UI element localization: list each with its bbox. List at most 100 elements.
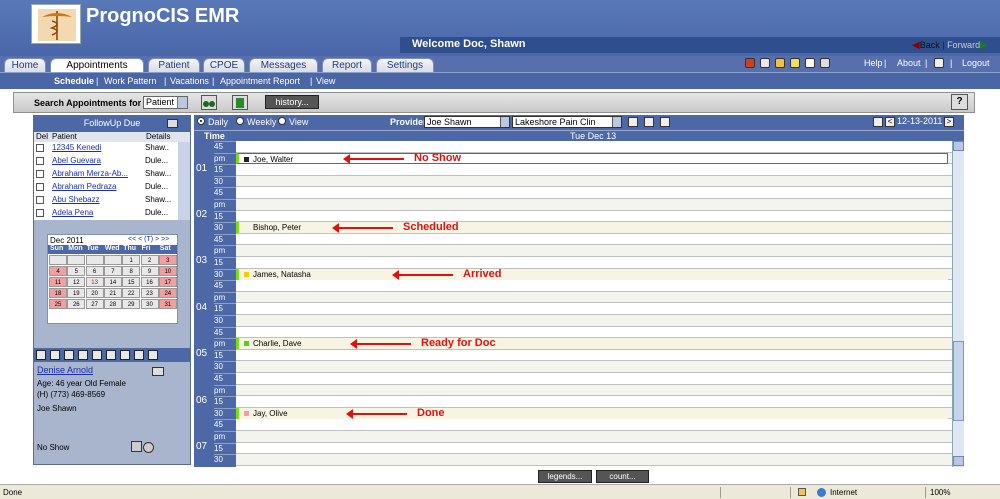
calendar-day[interactable]: 19 [67,288,86,298]
add-icon[interactable] [628,117,638,127]
scroll-thumb[interactable] [953,341,964,421]
delete-checkbox[interactable] [36,144,44,152]
time-slot[interactable] [236,234,952,246]
followup-patient-link[interactable]: Adela Pena [52,208,142,217]
next-day-icon[interactable]: > [944,117,954,127]
calendar-day[interactable]: 16 [140,277,159,287]
daily-radio[interactable] [197,117,205,125]
time-slot[interactable] [236,361,952,373]
chart-icon[interactable] [120,350,130,360]
schedule-scrollbar[interactable] [952,141,964,467]
time-slot[interactable] [236,175,952,188]
calendar-nav[interactable]: << < (T) > >> [128,236,169,243]
calendar-day[interactable]: 6 [85,266,104,276]
time-slot[interactable] [236,315,952,327]
forward-link[interactable]: Forward [947,40,980,50]
calendar-day[interactable]: 20 [85,288,104,298]
binoculars-icon[interactable] [201,95,217,110]
forward-arrow-icon[interactable]: ▶ [980,40,988,51]
subnav-schedule[interactable]: Schedule [54,76,94,86]
back-link[interactable]: Back [920,40,940,50]
letter-r-icon[interactable] [92,350,102,360]
tab-home[interactable]: Home [4,58,46,72]
refresh-icon[interactable] [820,58,830,68]
followup-patient-link[interactable]: Abel Guevara [52,156,142,165]
about-link[interactable]: About [897,58,921,68]
tab-appointments[interactable]: Appointments [50,58,144,72]
new-document-icon[interactable] [232,95,248,110]
scroll-up-icon[interactable] [953,141,964,151]
appointment[interactable]: James, Natasha [236,268,948,280]
calendar-view-icon[interactable] [660,117,670,127]
help-link[interactable]: Help [864,58,883,68]
calendar-day[interactable]: 26 [67,299,86,309]
calendar-day[interactable]: 10 [158,266,177,276]
date-picker-icon[interactable] [873,117,883,127]
followup-row[interactable]: Abraham Merza-Ab... Shaw... [34,168,178,180]
calendar-day[interactable]: 8 [122,266,141,276]
delete-checkbox[interactable] [36,170,44,178]
calendar-day[interactable]: 25 [49,299,67,309]
delete-checkbox[interactable] [36,183,44,191]
calendar-day[interactable]: 29 [122,299,141,309]
subnav-appointment-report[interactable]: Appointment Report [220,76,300,86]
tab-patient[interactable]: Patient [148,58,200,72]
time-slot[interactable] [236,431,952,443]
calendar-day[interactable]: 12 [67,277,86,287]
transfer-icon[interactable] [106,350,116,360]
time-slot[interactable] [236,187,952,199]
followup-patient-link[interactable]: Abraham Pedraza [52,182,142,191]
search-type-select[interactable]: Patient [143,96,188,109]
time-slot[interactable] [236,443,952,455]
followup-row[interactable]: Abu Shebazz Shaw... [34,194,178,206]
calendar-day[interactable]: 24 [158,288,177,298]
calendar-day[interactable]: 4 [49,266,67,276]
print-icon[interactable] [50,350,60,360]
add-patient-icon[interactable] [36,350,46,360]
followup-patient-link[interactable]: 12345 Kenedi [52,143,142,152]
subnav-work-pattern[interactable]: Work Pattern [104,76,156,86]
person-icon[interactable] [790,58,800,68]
alert-icon[interactable] [745,58,755,68]
delete-checkbox[interactable] [36,196,44,204]
location-select[interactable]: Lakeshore Pain Clin [512,116,622,128]
followup-row[interactable]: Abraham Pedraza Dule... [34,181,178,193]
scroll-down-icon[interactable] [953,456,964,466]
patient-name-link[interactable]: Denise Arnold [37,365,93,375]
provider-select[interactable]: Joe Shawn [424,116,510,128]
time-slot[interactable] [236,211,952,223]
calendar-day[interactable]: 5 [67,266,86,276]
followup-patient-link[interactable]: Abraham Merza-Ab... [52,169,142,178]
zoom-level[interactable]: 100% [930,488,950,497]
appointment[interactable]: Charlie, Dave [236,338,948,350]
subnav-vacations[interactable]: Vacations [170,76,209,86]
users-icon[interactable] [775,58,785,68]
time-slot[interactable] [236,454,952,466]
building-icon[interactable] [760,58,770,68]
calendar-day[interactable]: 21 [103,288,122,298]
tab-report[interactable]: Report [322,58,372,72]
logout-link[interactable]: Logout [962,58,990,68]
calendar-day[interactable]: 13 [85,277,104,287]
lock-icon[interactable] [934,58,944,68]
calendar-day[interactable]: 31 [158,299,177,309]
help-button[interactable]: ? [951,94,968,110]
view-radio[interactable] [278,117,286,125]
tab-messages[interactable]: Messages [249,58,318,72]
time-slot[interactable] [236,199,952,211]
history-button[interactable]: history... [265,95,319,109]
time-slot[interactable] [236,384,952,397]
delete-checkbox[interactable] [36,209,44,217]
followup-row[interactable]: Abel Guevara Dule... [34,155,178,167]
legends-button[interactable]: legends... [538,470,592,483]
time-slot[interactable] [236,396,952,408]
time-slot[interactable] [236,141,952,153]
followup-patient-link[interactable]: Abu Shebazz [52,195,142,204]
followup-row[interactable]: Adela Pena Dule... [34,207,178,219]
time-slot[interactable] [236,373,952,385]
calendar-day[interactable]: 14 [103,277,122,287]
count-button[interactable]: count... [596,470,649,483]
appointment[interactable]: Jay, Olive [236,407,948,419]
calendar-day[interactable]: 7 [103,266,122,276]
time-slot[interactable] [236,164,952,176]
